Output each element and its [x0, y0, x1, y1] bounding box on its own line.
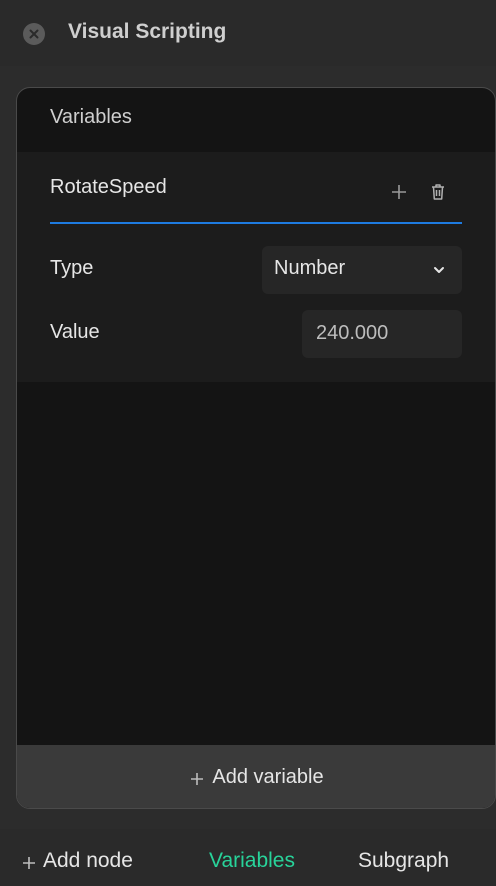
plus-icon — [392, 185, 406, 199]
add-button[interactable] — [387, 180, 411, 204]
add-variable-button[interactable]: Add variable — [17, 745, 495, 808]
tab-variables-label: Variables — [209, 849, 295, 872]
variable-card: RotateSpeed Type Number Value 240.000 — [17, 152, 495, 382]
plus-icon — [191, 773, 204, 785]
tab-subgraph[interactable]: Subgraph — [358, 849, 449, 873]
tab-variables[interactable]: Variables — [209, 849, 295, 873]
close-icon — [29, 29, 39, 39]
add-variable-label: Add variable — [212, 766, 324, 788]
visual-scripting-window: Visual Scripting Variables RotateSpeed T… — [0, 0, 496, 886]
type-select-value: Number — [274, 257, 346, 279]
type-label: Type — [50, 257, 94, 279]
trash-icon — [432, 184, 444, 200]
value-input-text: 240.000 — [316, 322, 389, 344]
panel-title: Variables — [50, 106, 132, 128]
plus-icon — [23, 856, 35, 869]
bottom-tab-bar: Add node Variables Subgraph — [0, 829, 496, 886]
delete-button[interactable] — [426, 180, 450, 204]
variables-panel: Variables RotateSpeed Type Number Value … — [16, 87, 496, 809]
tab-add-node[interactable]: Add node — [22, 849, 133, 873]
chevron-down-icon — [434, 267, 444, 273]
variable-name-field[interactable]: RotateSpeed — [50, 152, 462, 224]
tab-subgraph-label: Subgraph — [358, 849, 450, 872]
header: Visual Scripting — [0, 0, 496, 66]
header-title: Visual Scripting — [68, 20, 227, 43]
value-input[interactable]: 240.000 — [302, 310, 462, 358]
value-label: Value — [50, 321, 100, 343]
variable-name[interactable]: RotateSpeed — [50, 176, 167, 199]
type-select[interactable]: Number — [262, 246, 462, 294]
close-button[interactable] — [23, 23, 45, 45]
tab-add-node-label: Add node — [43, 849, 133, 872]
